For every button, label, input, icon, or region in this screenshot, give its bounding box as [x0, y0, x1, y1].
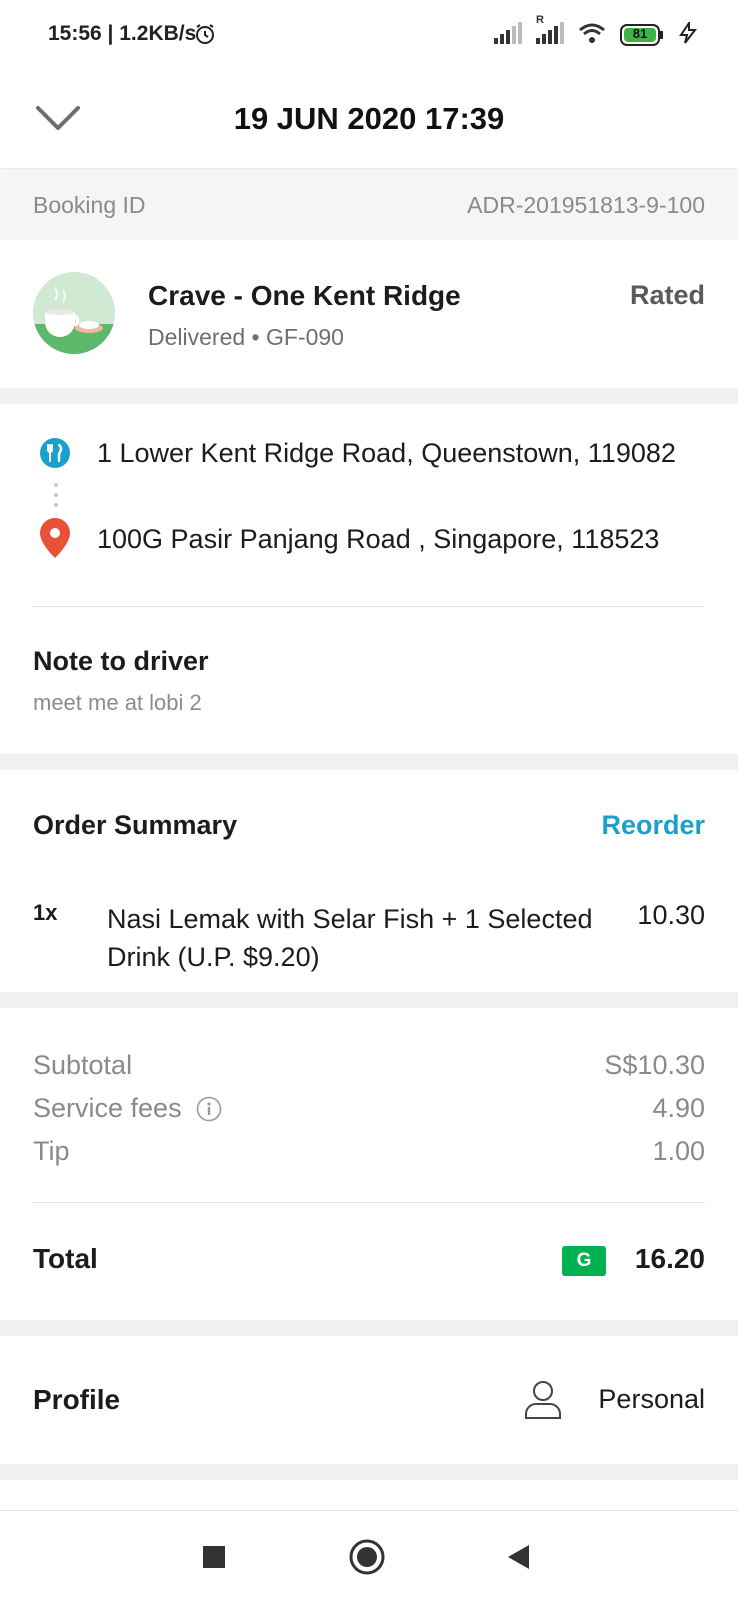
order-summary-title: Order Summary	[33, 810, 238, 840]
status-icons: R 81	[494, 14, 698, 50]
alarm-icon	[193, 22, 217, 51]
profile-title: Profile	[33, 1384, 121, 1415]
collapse-button[interactable]	[28, 90, 88, 146]
item-quantity: 1x	[33, 900, 58, 925]
route-section: 1 Lower Kent Ridge Road, Queenstown, 119…	[0, 404, 738, 754]
charging-icon	[678, 19, 698, 49]
delivery-status: Delivered • GF-090	[148, 324, 344, 350]
route-dots	[53, 482, 59, 513]
battery-level: 81	[632, 26, 648, 41]
price-breakdown: Subtotal S$10.30 Service fees 4.90 Tip 1…	[0, 1008, 738, 1320]
recents-button[interactable]	[190, 1533, 238, 1581]
divider	[33, 1202, 705, 1203]
status-bar: 15:56 | 1.2KB/s R 81	[0, 0, 738, 70]
service-fees-label: Service fees	[33, 1093, 182, 1123]
booking-id-label: Booking ID	[33, 192, 146, 218]
item-price: 10.30	[637, 900, 705, 930]
section-gap	[0, 992, 738, 1008]
battery-icon: 81	[620, 24, 664, 46]
section-gap	[0, 754, 738, 770]
order-summary: Order Summary Reorder 1x Nasi Lemak with…	[0, 770, 738, 992]
circle-icon	[349, 1539, 385, 1575]
status-time: 15:56 | 1.2KB/s	[48, 22, 197, 45]
triangle-back-icon	[508, 1545, 529, 1569]
reorder-button[interactable]: Reorder	[601, 810, 705, 841]
merchant-card[interactable]: Crave - One Kent Ridge Delivered • GF-09…	[0, 240, 738, 388]
restaurant-icon	[40, 438, 70, 468]
pickup-address: 1 Lower Kent Ridge Road, Queenstown, 119…	[97, 438, 676, 468]
dropoff-address: 100G Pasir Panjang Road , Singapore, 118…	[97, 524, 660, 554]
back-button[interactable]	[494, 1533, 542, 1581]
person-icon	[524, 1380, 562, 1420]
booking-id-row: Booking ID ADR-201951813-9-100	[0, 172, 738, 240]
grabpay-badge: G	[562, 1246, 606, 1276]
location-pin-icon	[40, 518, 70, 558]
note-title: Note to driver	[33, 646, 209, 676]
profile-value: Personal	[598, 1384, 705, 1414]
rating-status: Rated	[629, 280, 705, 310]
home-button[interactable]	[343, 1533, 391, 1581]
square-icon	[203, 1546, 225, 1568]
system-nav-bar	[0, 1510, 738, 1601]
tip-label: Tip	[33, 1136, 70, 1166]
divider	[33, 606, 705, 607]
item-name: Nasi Lemak with Selar Fish + 1 Selected …	[107, 904, 593, 972]
note-text: meet me at lobi 2	[33, 690, 202, 715]
section-gap	[0, 388, 738, 404]
page-title: 19 JUN 2020 17:39	[233, 101, 505, 136]
wifi-icon	[578, 22, 606, 49]
merchant-logo	[33, 272, 115, 354]
service-fees-value: 4.90	[652, 1093, 705, 1123]
tip-value: 1.00	[652, 1136, 705, 1166]
merchant-name: Crave - One Kent Ridge	[148, 280, 461, 311]
section-gap	[0, 1464, 738, 1480]
booking-id-value: ADR-201951813-9-100	[467, 192, 705, 218]
total-value: 16.20	[634, 1243, 705, 1274]
subtotal-label: Subtotal	[33, 1050, 133, 1080]
signal-roaming-icon: R	[536, 14, 564, 49]
signal-icon	[494, 21, 522, 49]
roaming-label: R	[536, 13, 544, 26]
info-icon[interactable]	[196, 1096, 222, 1127]
header: 19 JUN 2020 17:39	[0, 70, 738, 168]
total-label: Total	[33, 1243, 98, 1274]
subtotal-value: S$10.30	[604, 1050, 705, 1080]
profile-row[interactable]: Profile Personal	[0, 1336, 738, 1464]
chevron-down-icon	[36, 106, 80, 130]
section-gap	[0, 1320, 738, 1336]
